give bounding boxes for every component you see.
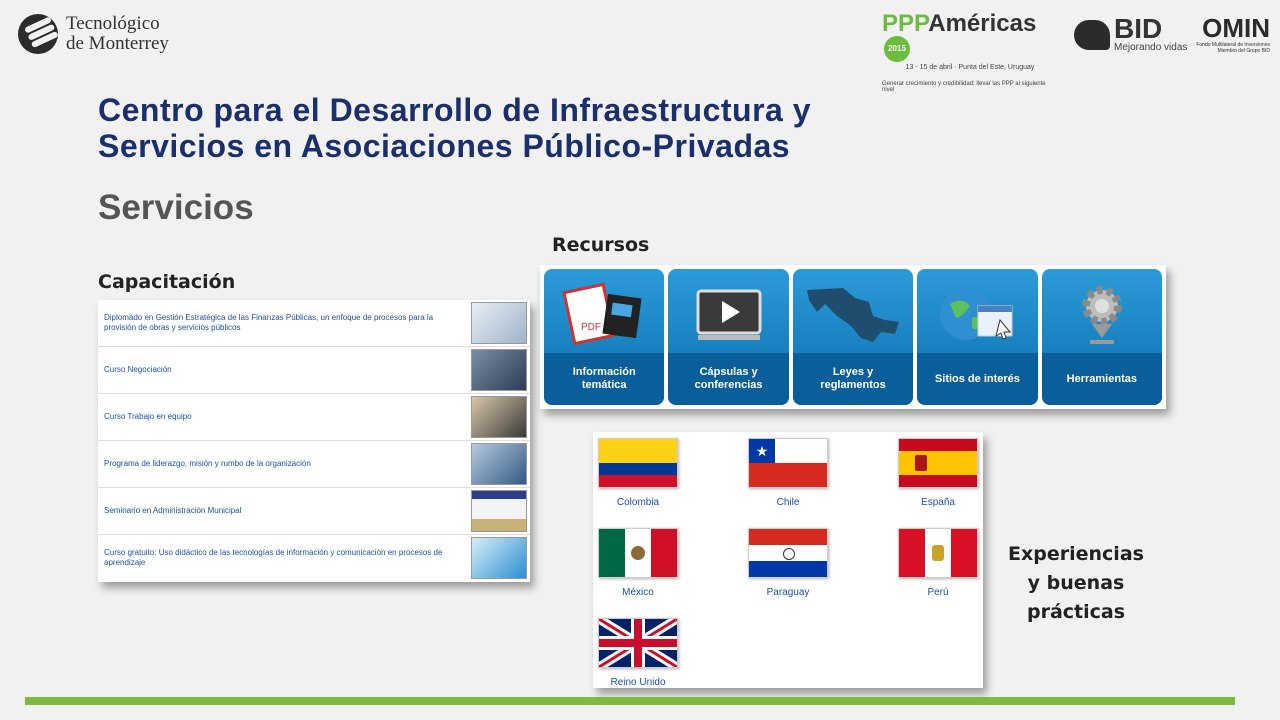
tile-label-line1: Herramientas bbox=[1066, 372, 1137, 385]
bid-logo: BID Mejorando vidas bbox=[1074, 13, 1188, 53]
colombia-flag-icon bbox=[598, 438, 678, 488]
country-name: México bbox=[622, 587, 654, 598]
tile-label-line2: reglamentos bbox=[820, 379, 886, 391]
tile-informacion-tematica[interactable]: PDF Información temática bbox=[544, 269, 665, 405]
country-name: Chile bbox=[776, 497, 800, 508]
tec-mark-icon bbox=[18, 14, 58, 54]
experiencias-label-line2: y buenas bbox=[1027, 572, 1125, 594]
tile-label-line1: Leyes y bbox=[832, 366, 874, 378]
experiencias-label-line1: Experiencias bbox=[1008, 543, 1144, 565]
tile-leyes-reglamentos[interactable]: Leyes y reglamentos bbox=[792, 269, 914, 405]
list-item[interactable]: Curso Trabajo en equipo bbox=[98, 394, 530, 441]
tile-label-line1: Sitios de interés bbox=[934, 372, 1020, 385]
country-item-reino-unido[interactable]: Reino Unido bbox=[598, 618, 678, 688]
page-title-line2: Servicios en Asociaciones Público-Privad… bbox=[98, 128, 791, 164]
experiencias-label: Experiencias y buenas prácticas bbox=[1008, 540, 1144, 627]
country-name: Reino Unido bbox=[610, 677, 666, 688]
course-link[interactable]: Curso Trabajo en equipo bbox=[98, 412, 471, 422]
experiencias-label-line3: prácticas bbox=[1026, 601, 1126, 623]
section-title: Servicios bbox=[98, 188, 254, 227]
recursos-label: Recursos bbox=[552, 234, 650, 256]
country-name: Colombia bbox=[616, 497, 660, 508]
bid-mark-icon bbox=[1074, 19, 1110, 50]
country-item-colombia[interactable]: Colombia bbox=[598, 438, 678, 508]
tile-sitios-interes[interactable]: Sitios de interés bbox=[917, 269, 1038, 405]
fomin-logo-text: OMIN bbox=[1202, 13, 1270, 43]
ppp-year-badge: 2015 bbox=[884, 36, 910, 62]
pdf-film-icon: PDF bbox=[544, 275, 664, 355]
svg-text:PDF: PDF bbox=[581, 322, 601, 333]
tile-label-line2: conferencias bbox=[694, 379, 763, 391]
ppp-logo-dark: Américas bbox=[928, 10, 1037, 37]
tec-logo: Tecnológico de Monterrey bbox=[18, 14, 169, 54]
paraguay-flag-icon bbox=[748, 528, 828, 578]
globe-browser-icon bbox=[917, 275, 1037, 355]
course-thumbnail bbox=[471, 396, 527, 438]
course-thumbnail bbox=[471, 302, 527, 344]
bottom-accent-bar bbox=[25, 697, 1235, 705]
country-name: Paraguay bbox=[766, 587, 810, 598]
capacitacion-list: Diplomado en Gestión Estratégica de las … bbox=[98, 300, 530, 582]
country-name: Perú bbox=[927, 587, 949, 598]
bid-logo-text: BID bbox=[1114, 13, 1163, 44]
list-item[interactable]: Diplomado en Gestión Estratégica de las … bbox=[98, 300, 530, 347]
ppp-logo-subtitle: 13 - 15 de abril · Punta del Este, Urugu… bbox=[905, 64, 1035, 71]
ppp-logo-green: PPP bbox=[882, 10, 929, 37]
bid-logo-subtitle: Mejorando vidas bbox=[1114, 42, 1188, 53]
tile-label-line1: Información bbox=[572, 366, 636, 378]
fomin-logo-sub2: Miembro del Grupo BID bbox=[1217, 48, 1270, 54]
country-item-paraguay[interactable]: Paraguay bbox=[748, 528, 828, 598]
list-item[interactable]: Seminario en Administración Municipal bbox=[98, 488, 530, 535]
country-name: España bbox=[921, 497, 955, 508]
tile-label-line1: Cápsulas y bbox=[699, 366, 758, 378]
mexico-flag-icon bbox=[598, 528, 678, 578]
course-link[interactable]: Curso Negociación bbox=[98, 365, 471, 375]
list-item[interactable]: Curso Negociación bbox=[98, 347, 530, 394]
tile-capsulas-conferencias[interactable]: Cápsulas y conferencias bbox=[668, 269, 789, 405]
tile-herramientas[interactable]: Herramientas bbox=[1041, 269, 1163, 405]
tec-logo-line2: de Monterrey bbox=[66, 33, 169, 54]
course-link[interactable]: Curso gratuito: Uso didáctico de las tec… bbox=[98, 548, 471, 568]
page-title: Centro para el Desarrollo de Infraestruc… bbox=[98, 92, 998, 164]
ppp-americas-logo: PPPAméricas 2015 13 - 15 de abril · Punta… bbox=[882, 10, 1058, 94]
course-link[interactable]: Seminario en Administración Municipal bbox=[98, 506, 471, 516]
mexico-map-icon bbox=[793, 275, 913, 355]
course-thumbnail bbox=[471, 349, 527, 391]
spain-flag-icon bbox=[898, 438, 978, 488]
fomin-logo: OMIN Fondo Multilateral de Inversiones M… bbox=[1192, 14, 1270, 54]
tec-logo-line1: Tecnológico bbox=[66, 13, 160, 34]
country-item-espana[interactable]: España bbox=[898, 438, 978, 508]
country-item-chile[interactable]: ★ Chile bbox=[748, 438, 828, 508]
uk-flag-icon bbox=[598, 618, 678, 668]
course-thumbnail bbox=[471, 490, 527, 532]
recursos-panel: PDF Información temática Cápsulas y confer… bbox=[540, 265, 1166, 409]
gear-download-icon bbox=[1042, 275, 1162, 355]
tile-label-line2: temática bbox=[581, 379, 627, 391]
video-player-icon bbox=[668, 275, 788, 355]
peru-flag-icon bbox=[898, 528, 978, 578]
course-link[interactable]: Diplomado en Gestión Estratégica de las … bbox=[98, 313, 471, 333]
course-thumbnail bbox=[471, 537, 527, 579]
list-item[interactable]: Curso gratuito: Uso didáctico de las tec… bbox=[98, 535, 530, 581]
course-link[interactable]: Programa de liderazgo, misión y rumbo de… bbox=[98, 459, 471, 469]
list-item[interactable]: Programa de liderazgo, misión y rumbo de… bbox=[98, 441, 530, 488]
experiencias-panel: Colombia ★ Chile España México Paraguay … bbox=[593, 432, 983, 688]
capacitacion-label: Capacitación bbox=[98, 271, 236, 293]
page-title-line1: Centro para el Desarrollo de Infraestruc… bbox=[98, 92, 811, 128]
country-item-peru[interactable]: Perú bbox=[898, 528, 978, 598]
country-item-mexico[interactable]: México bbox=[598, 528, 678, 598]
course-thumbnail bbox=[471, 443, 527, 485]
chile-flag-icon: ★ bbox=[748, 438, 828, 488]
